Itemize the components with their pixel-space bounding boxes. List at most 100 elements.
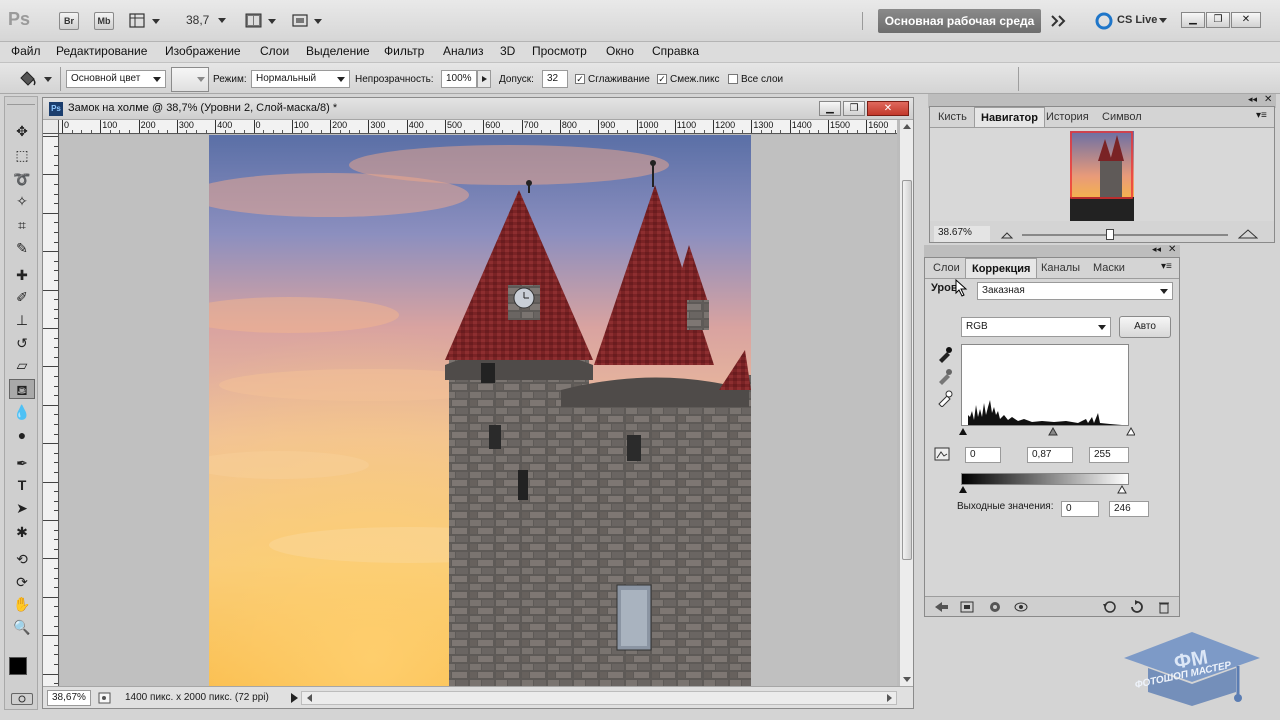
healing-brush-tool[interactable]: ✚ bbox=[9, 265, 35, 285]
levels-preset-select[interactable]: Заказная bbox=[977, 282, 1173, 300]
menu-window[interactable]: Окно bbox=[606, 44, 634, 58]
menu-help[interactable]: Справка bbox=[652, 44, 699, 58]
back-arrow-icon[interactable] bbox=[933, 600, 949, 614]
status-preview-button[interactable] bbox=[97, 691, 113, 705]
3d-orbit-tool[interactable]: ⟳ bbox=[9, 572, 35, 592]
fill-source-select[interactable]: Основной цвет bbox=[66, 70, 166, 88]
menu-filter[interactable]: Фильтр bbox=[384, 44, 424, 58]
expand-view-icon[interactable] bbox=[959, 600, 975, 614]
restore-button[interactable]: ❐ bbox=[1206, 12, 1230, 28]
menu-layer[interactable]: Слои bbox=[260, 44, 289, 58]
contiguous-checkbox[interactable]: ✓ bbox=[657, 74, 667, 84]
doc-close-button[interactable]: ✕ bbox=[867, 101, 909, 116]
navigator-zoom-input[interactable]: 38.67% bbox=[934, 226, 990, 242]
antialias-checkbox[interactable]: ✓ bbox=[575, 74, 585, 84]
lasso-tool[interactable]: ➰ bbox=[9, 169, 35, 189]
quick-mask-button[interactable] bbox=[11, 693, 33, 705]
white-point-eyedropper-icon[interactable] bbox=[935, 389, 953, 407]
menu-analysis[interactable]: Анализ bbox=[443, 44, 484, 58]
horizontal-ruler[interactable]: 0 100 200 300 400 0 100 200 300 400 500 600 700 800 90… bbox=[59, 120, 897, 134]
dodge-tool[interactable]: ● bbox=[9, 425, 35, 445]
all-layers-checkbox[interactable] bbox=[728, 74, 738, 84]
clone-stamp-tool[interactable]: ⊥ bbox=[9, 310, 35, 330]
view-extras-menu[interactable] bbox=[128, 12, 162, 30]
pen-tool[interactable]: ✒ bbox=[9, 453, 35, 473]
opacity-input[interactable]: 100% bbox=[441, 70, 477, 88]
hand-tool[interactable]: ✋ bbox=[9, 594, 35, 614]
navigator-zoom-slider-thumb[interactable] bbox=[1106, 229, 1114, 240]
zoom-in-icon[interactable] bbox=[1238, 228, 1258, 240]
output-white-field[interactable]: 246 bbox=[1109, 501, 1149, 517]
zoom-input[interactable]: 38,67% bbox=[47, 690, 91, 706]
input-gamma-field[interactable]: 0,87 bbox=[1027, 447, 1073, 463]
status-menu-arrow-icon[interactable] bbox=[289, 692, 299, 704]
panel-menu-icon[interactable]: ▾≡ bbox=[1256, 110, 1267, 121]
tab-brush[interactable]: Кисть bbox=[932, 107, 973, 127]
workspace-button[interactable]: Основная рабочая среда bbox=[878, 9, 1041, 33]
blur-tool[interactable]: 💧 bbox=[9, 402, 35, 422]
trash-icon[interactable] bbox=[1157, 600, 1171, 614]
history-brush-tool[interactable]: ↺ bbox=[9, 333, 35, 353]
opacity-slider-button[interactable] bbox=[477, 70, 491, 88]
output-black-field[interactable]: 0 bbox=[1061, 501, 1099, 517]
ruler-origin[interactable] bbox=[43, 120, 59, 134]
tolerance-input[interactable]: 32 bbox=[542, 70, 568, 88]
castle-image[interactable] bbox=[209, 135, 751, 686]
scroll-thumb[interactable] bbox=[902, 180, 912, 560]
bridge-button[interactable]: Br bbox=[59, 12, 79, 30]
tab-navigator[interactable]: Навигатор bbox=[974, 107, 1045, 127]
input-white-field[interactable]: 255 bbox=[1089, 447, 1129, 463]
paint-bucket-tool[interactable]: ⛾ bbox=[9, 379, 35, 399]
foreground-color-swatch[interactable] bbox=[9, 657, 27, 675]
zoom-out-icon[interactable] bbox=[1000, 230, 1014, 240]
minimize-button[interactable]: ▁ bbox=[1181, 12, 1205, 28]
doc-minimize-button[interactable]: ▁ bbox=[819, 101, 841, 116]
pattern-picker[interactable] bbox=[171, 67, 209, 92]
tab-masks[interactable]: Маски bbox=[1087, 258, 1131, 278]
collapse-panels-icon[interactable]: ◂◂ bbox=[1248, 94, 1257, 105]
tool-preset-picker[interactable] bbox=[16, 69, 54, 89]
type-tool[interactable]: T bbox=[9, 475, 35, 495]
horizontal-scrollbar[interactable] bbox=[301, 691, 897, 705]
menu-image[interactable]: Изображение bbox=[165, 44, 241, 58]
clip-to-layer-icon[interactable] bbox=[987, 600, 1003, 614]
navigator-zoom-slider[interactable] bbox=[1022, 234, 1228, 236]
shape-tool[interactable]: ✱ bbox=[9, 522, 35, 542]
document-title-bar[interactable]: Ps Замок на холме @ 38,7% (Уровни 2, Сло… bbox=[43, 98, 913, 120]
tab-adjustments[interactable]: Коррекция bbox=[965, 258, 1038, 278]
marquee-tool[interactable]: ⬚ bbox=[9, 145, 35, 165]
close-panels-icon[interactable]: ✕ bbox=[1168, 244, 1176, 255]
menu-view[interactable]: Просмотр bbox=[532, 44, 587, 58]
doc-restore-button[interactable]: ❐ bbox=[843, 101, 865, 116]
panel-menu-icon[interactable]: ▾≡ bbox=[1161, 261, 1172, 272]
quick-select-tool[interactable]: ✧ bbox=[9, 191, 35, 211]
tab-history[interactable]: История bbox=[1040, 107, 1095, 127]
output-sliders[interactable] bbox=[959, 485, 1135, 495]
path-selection-tool[interactable]: ➤ bbox=[9, 498, 35, 518]
visibility-eye-icon[interactable] bbox=[1013, 600, 1029, 614]
collapse-panels-icon[interactable]: ◂◂ bbox=[1152, 244, 1161, 255]
reset-icon[interactable] bbox=[1129, 600, 1145, 614]
close-panels-icon[interactable]: ✕ bbox=[1264, 94, 1272, 105]
screen-mode-menu[interactable] bbox=[290, 12, 324, 30]
navigator-thumbnail[interactable] bbox=[1070, 131, 1134, 221]
arrange-documents-menu[interactable] bbox=[244, 12, 278, 30]
view-previous-state-icon[interactable] bbox=[1101, 600, 1119, 614]
close-button[interactable]: ✕ bbox=[1231, 12, 1261, 28]
canvas-area[interactable] bbox=[60, 135, 897, 686]
3d-rotate-tool[interactable]: ⟲ bbox=[9, 549, 35, 569]
input-sliders[interactable] bbox=[959, 427, 1135, 437]
blend-mode-select[interactable]: Нормальный bbox=[251, 70, 350, 88]
tab-layers[interactable]: Слои bbox=[927, 258, 966, 278]
input-black-field[interactable]: 0 bbox=[965, 447, 1001, 463]
zoom-tool[interactable]: 🔍 bbox=[9, 617, 35, 637]
move-tool[interactable]: ✥ bbox=[9, 121, 35, 141]
menu-3d[interactable]: 3D bbox=[500, 44, 515, 58]
cs-live-menu[interactable]: CS Live bbox=[1095, 12, 1167, 30]
black-point-eyedropper-icon[interactable] bbox=[935, 345, 953, 363]
gray-point-eyedropper-icon[interactable] bbox=[935, 367, 953, 385]
eyedropper-tool[interactable]: ✎ bbox=[9, 238, 35, 258]
more-workspaces-button[interactable] bbox=[1049, 13, 1069, 29]
toolbox-grip[interactable] bbox=[7, 99, 35, 105]
menu-select[interactable]: Выделение bbox=[306, 44, 370, 58]
